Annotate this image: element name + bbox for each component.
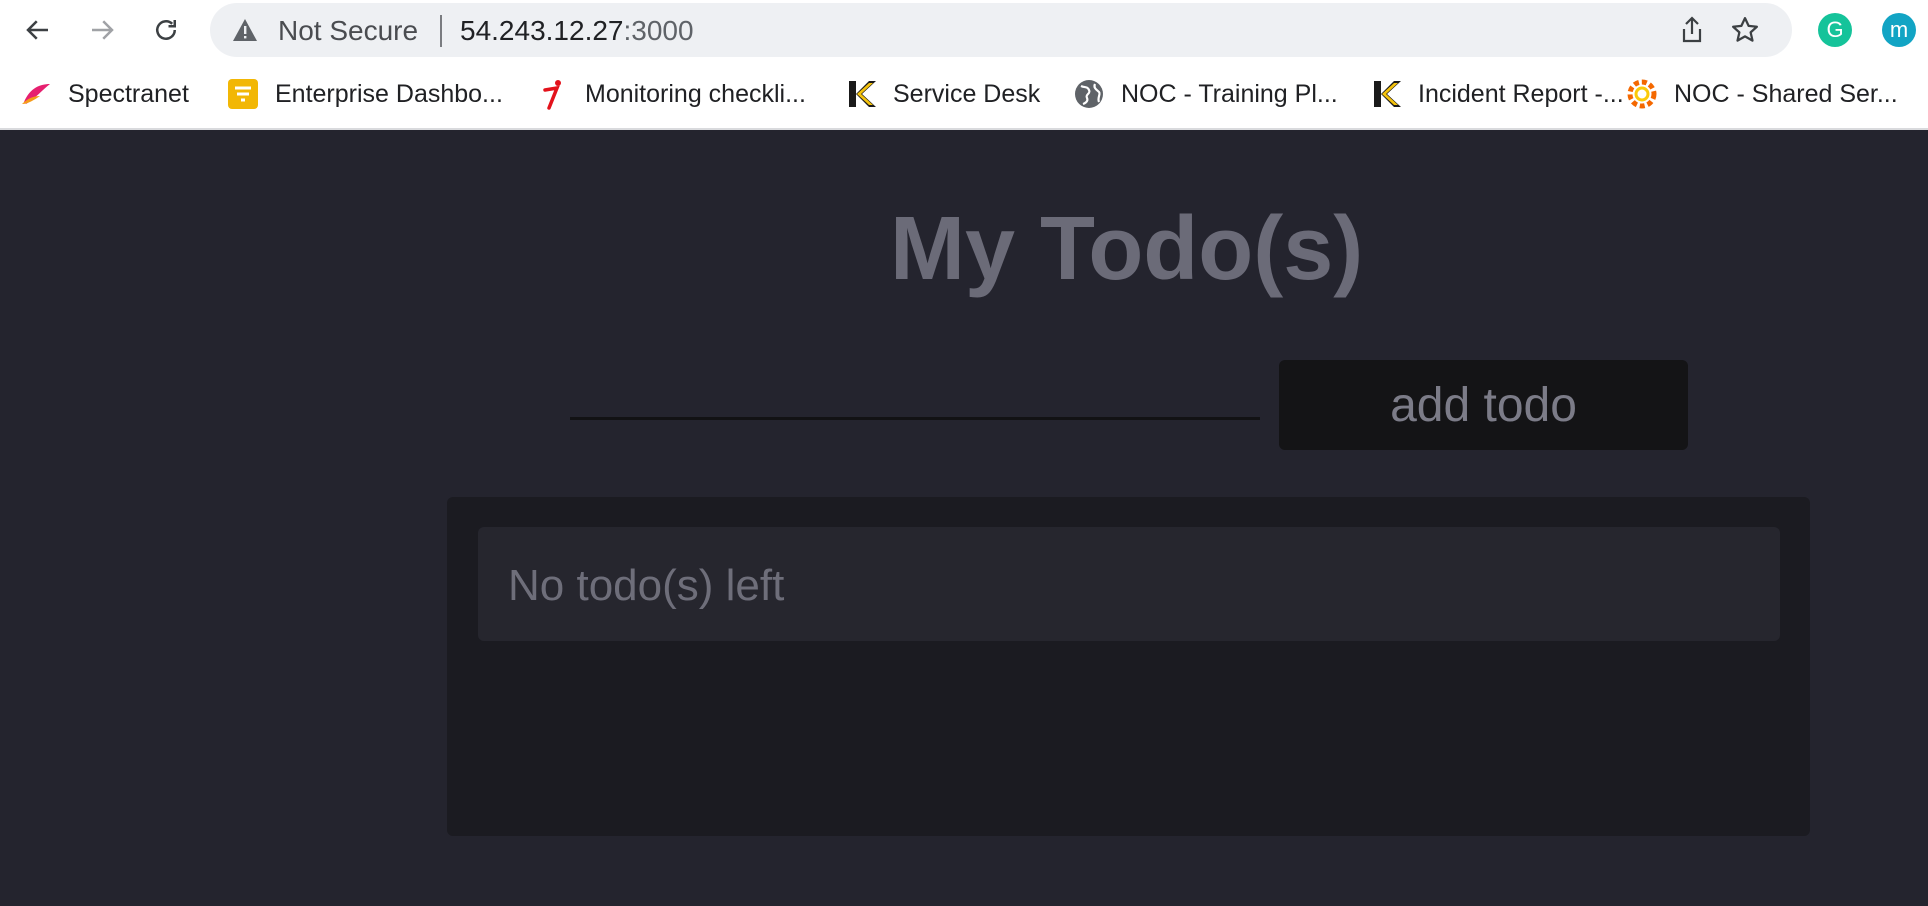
browser-toolbar: Not Secure 54.243.12.27:3000 G m <box>0 0 1928 60</box>
page-content: My Todo(s) add todo No todo(s) left <box>0 132 1928 906</box>
share-button[interactable] <box>1675 13 1709 47</box>
empty-state-message: No todo(s) left <box>508 561 785 610</box>
bookmark-label: Incident Report -... <box>1418 79 1624 108</box>
enterprise-dashboard-icon <box>227 78 259 110</box>
reload-icon <box>156 20 176 40</box>
grammarly-extension-icon[interactable]: G <box>1818 13 1852 47</box>
bookmark-incident-report[interactable]: Incident Report -... <box>1370 76 1624 112</box>
incident-report-icon <box>1370 78 1402 110</box>
bookmark-label: Enterprise Dashbo... <box>275 79 503 108</box>
bookmark-enterprise-dashboard[interactable]: Enterprise Dashbo... <box>227 76 503 112</box>
url-port: :3000 <box>623 15 694 46</box>
bookmark-service-desk[interactable]: Service Desk <box>845 76 1040 112</box>
bookmark-noc-training[interactable]: NOC - Training Pl... <box>1073 76 1338 112</box>
bookmark-label: Service Desk <box>893 79 1041 108</box>
page-title: My Todo(s) <box>890 199 1364 299</box>
url-text[interactable]: 54.243.12.27:3000 <box>460 15 694 47</box>
bookmark-star-button[interactable] <box>1728 13 1762 47</box>
bookmark-spectranet[interactable]: Spectranet <box>20 76 189 112</box>
todo-list: No todo(s) left <box>447 497 1810 836</box>
bookmark-noc-shared-services[interactable]: NOC - Shared Ser... <box>1626 76 1898 112</box>
address-bar[interactable]: Not Secure 54.243.12.27:3000 <box>210 3 1792 57</box>
add-todo-button[interactable]: add todo <box>1279 360 1688 450</box>
spectranet-icon <box>20 78 52 110</box>
bookmarks-bar: Spectranet Enterprise Dashbo... Monitori… <box>0 60 1928 130</box>
back-button[interactable] <box>18 10 58 50</box>
bookmark-label: Spectranet <box>68 79 189 108</box>
forward-button[interactable] <box>82 10 122 50</box>
bookmark-monitoring-checklist[interactable]: Monitoring checkli... <box>537 76 806 112</box>
arrow-left-icon <box>26 20 48 40</box>
grafana-icon <box>1626 78 1658 110</box>
security-status[interactable]: Not Secure <box>278 15 418 47</box>
address-separator <box>440 15 442 47</box>
globe-icon <box>1073 78 1105 110</box>
bookmark-label: Monitoring checkli... <box>585 79 806 108</box>
monitoring-icon <box>537 78 569 110</box>
profile-avatar[interactable]: m <box>1882 13 1916 47</box>
empty-state-item: No todo(s) left <box>478 527 1780 641</box>
url-host: 54.243.12.27 <box>460 15 624 46</box>
bookmark-label: NOC - Training Pl... <box>1121 79 1338 108</box>
share-icon <box>1682 16 1702 43</box>
service-desk-icon <box>845 78 877 110</box>
todo-input[interactable] <box>570 364 1260 420</box>
star-icon <box>1732 17 1758 42</box>
arrow-right-icon <box>92 20 114 40</box>
bookmark-label: NOC - Shared Ser... <box>1674 79 1898 108</box>
reload-button[interactable] <box>146 10 186 50</box>
warning-icon <box>233 19 257 41</box>
